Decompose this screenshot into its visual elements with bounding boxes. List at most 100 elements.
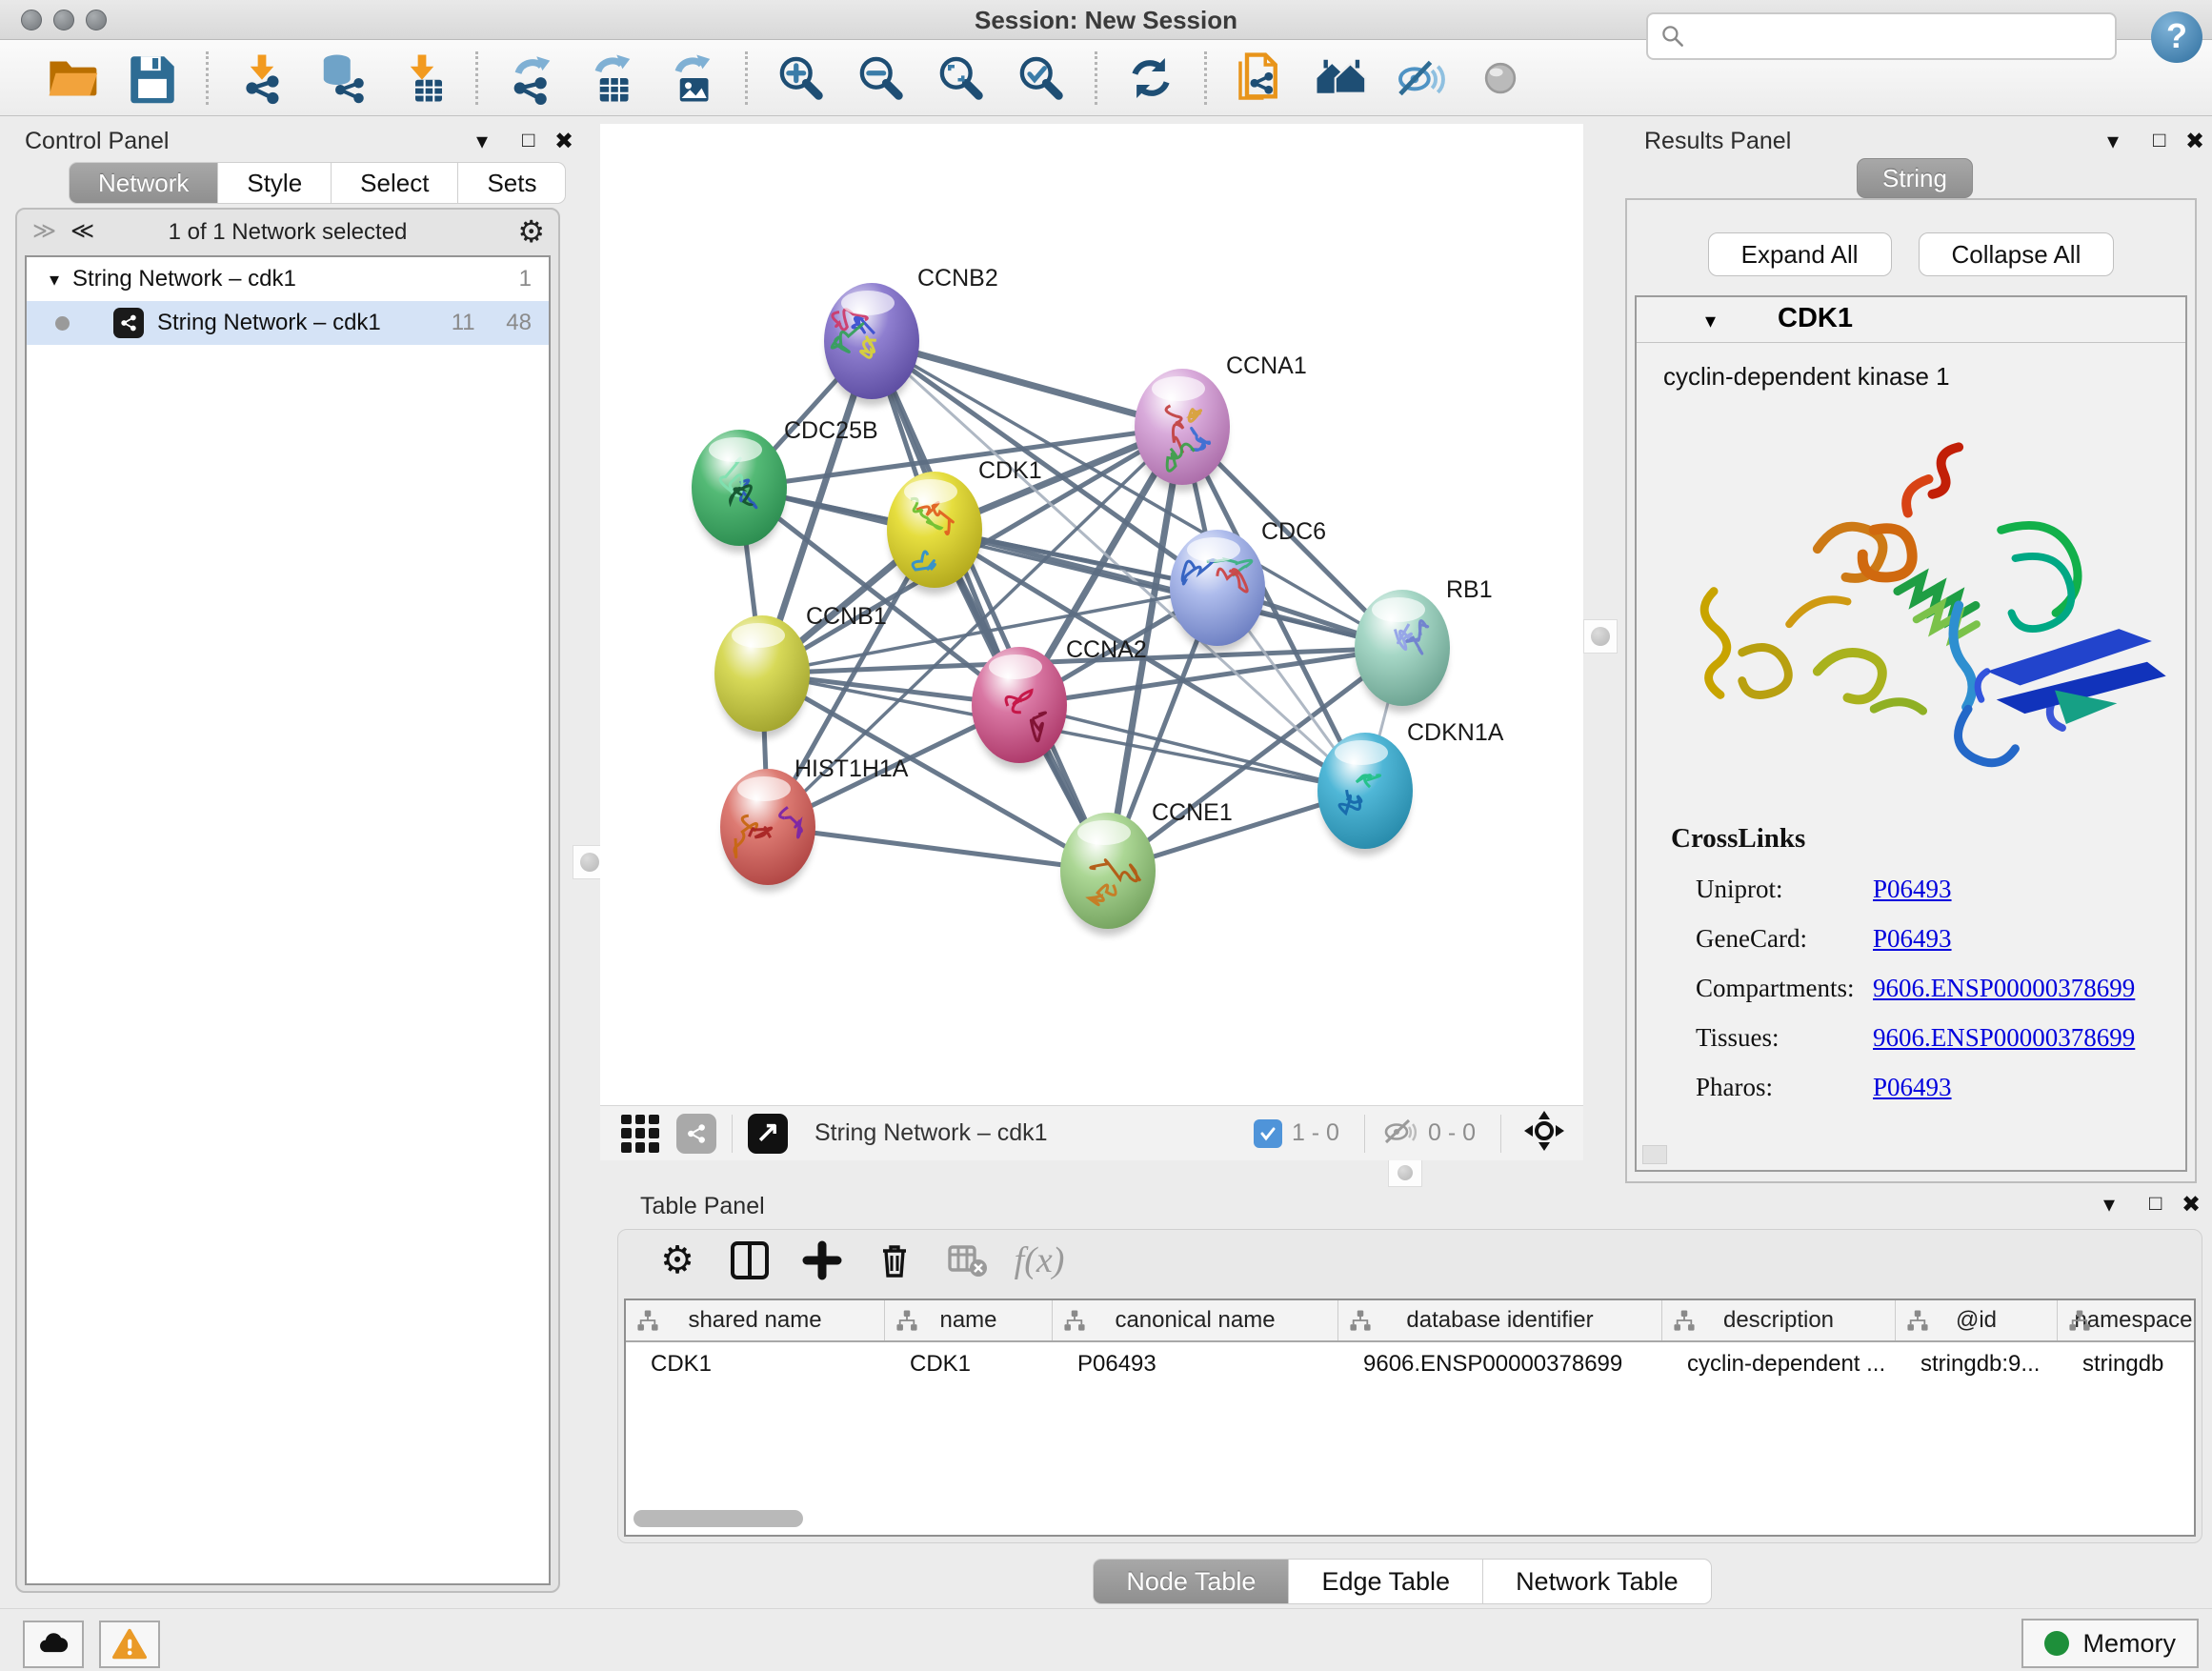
search-input[interactable] [1694, 23, 2115, 50]
table-cell[interactable]: CDK1 [885, 1342, 1053, 1388]
network-node-CDK1[interactable]: CDK1 [887, 457, 1042, 594]
birdseye-icon[interactable] [1522, 1109, 1566, 1158]
panel-close-icon[interactable]: ✖ [554, 128, 573, 155]
memory-button[interactable]: Memory [2021, 1619, 2199, 1668]
network-edge[interactable] [768, 827, 1108, 871]
import-network-icon[interactable] [234, 50, 290, 106]
network-node-HIST1H1A[interactable]: HIST1H1A [720, 755, 909, 892]
collection-count: 1 [519, 266, 532, 292]
search-box[interactable] [1646, 12, 2117, 60]
hidden-eye-icon[interactable] [1380, 1112, 1418, 1155]
network-view-share-icon[interactable] [676, 1114, 716, 1154]
export-table-icon[interactable] [584, 50, 639, 106]
network-node-CDC6[interactable]: CDC6 [1170, 518, 1326, 653]
column-header-namespace[interactable]: namespace [2058, 1300, 2196, 1340]
network-node-CCNA1[interactable]: CCNA1 [1135, 352, 1307, 492]
column-header-description[interactable]: description [1662, 1300, 1896, 1340]
table-cell[interactable]: stringdb [2058, 1342, 2196, 1388]
panel-close-icon[interactable]: ✖ [2185, 128, 2204, 155]
refresh-icon[interactable] [1123, 50, 1178, 106]
tab-network-table[interactable]: Network Table [1483, 1559, 1712, 1604]
selected-checkbox[interactable] [1254, 1119, 1282, 1148]
network-canvas[interactable]: CCNB2 CCNA1 CDC25B CDK1 CDC6 RB1 CCNB1 [600, 124, 1583, 1105]
tab-network[interactable]: Network [69, 162, 218, 204]
export-network-icon[interactable] [504, 50, 559, 106]
column-header-shared-name[interactable]: shared name [626, 1300, 885, 1340]
zoom-in-icon[interactable] [774, 50, 829, 106]
panel-float-icon[interactable]: □ [522, 128, 534, 152]
collapse-all-button[interactable]: Collapse All [1919, 232, 2115, 276]
import-network-database-icon[interactable] [314, 50, 370, 106]
network-node-CCNB2[interactable]: CCNB2 [824, 265, 998, 406]
network-node-CCNE1[interactable]: CCNE1 [1060, 799, 1233, 936]
bottom-splitter-handle[interactable] [1388, 1158, 1422, 1187]
save-session-icon[interactable] [125, 50, 180, 106]
crosslink-value: P06493 [1873, 924, 1952, 954]
eye-slash-icon[interactable] [1393, 50, 1448, 106]
table-cell[interactable]: P06493 [1053, 1342, 1338, 1388]
section-disclosure-icon[interactable]: ▾ [1705, 309, 1716, 333]
eye-icon[interactable] [1473, 50, 1528, 106]
tab-node-table[interactable]: Node Table [1093, 1559, 1289, 1604]
grid-view-icon[interactable] [621, 1115, 659, 1153]
right-splitter-handle[interactable] [1583, 619, 1618, 654]
detach-view-icon[interactable]: ↗ [748, 1114, 788, 1154]
panel-collapse-icon[interactable]: ▾ [2107, 128, 2119, 155]
tab-string[interactable]: String [1857, 158, 1973, 198]
show-columns-icon[interactable] [725, 1236, 774, 1285]
network-view-title: String Network – cdk1 [814, 1119, 1254, 1147]
crosslink-link[interactable]: P06493 [1873, 924, 1952, 953]
tab-sets[interactable]: Sets [458, 162, 566, 204]
zoom-selected-icon[interactable] [1014, 50, 1069, 106]
table-cell[interactable]: cyclin-dependent ... [1662, 1342, 1896, 1388]
collection-disclosure-icon[interactable]: ▾ [50, 268, 59, 292]
panel-close-icon[interactable]: ✖ [2182, 1191, 2201, 1218]
expand-all-button[interactable]: Expand All [1708, 232, 1892, 276]
crosslink-link[interactable]: P06493 [1873, 875, 1952, 903]
open-session-icon[interactable] [45, 50, 100, 106]
panel-collapse-icon[interactable]: ▾ [476, 128, 488, 155]
network-node-CCNA2[interactable]: CCNA2 [972, 636, 1147, 770]
table-cell[interactable]: CDK1 [626, 1342, 885, 1388]
zoom-out-icon[interactable] [854, 50, 909, 106]
zoom-fit-icon[interactable] [934, 50, 989, 106]
homes-icon[interactable] [1313, 50, 1368, 106]
crosslink-link[interactable]: 9606.ENSP00000378699 [1873, 1023, 2135, 1052]
network-collection-row[interactable]: ▾ String Network – cdk1 1 [27, 257, 549, 301]
tab-select[interactable]: Select [332, 162, 458, 204]
crosslink-value: 9606.ENSP00000378699 [1873, 1023, 2135, 1053]
network-edge[interactable] [872, 341, 1108, 871]
column-header-canonical-name[interactable]: canonical name [1053, 1300, 1338, 1340]
delete-column-icon[interactable] [870, 1236, 919, 1285]
node-label-CCNB2: CCNB2 [917, 265, 998, 292]
import-table-icon[interactable] [394, 50, 450, 106]
table-cell[interactable]: stringdb:9... [1896, 1342, 2058, 1388]
network-row[interactable]: String Network – cdk1 11 48 [27, 301, 549, 345]
crosslink-link[interactable]: 9606.ENSP00000378699 [1873, 974, 2135, 1002]
add-column-icon[interactable] [797, 1236, 847, 1285]
table-options-gear-icon[interactable]: ⚙ [653, 1236, 702, 1285]
tab-style[interactable]: Style [218, 162, 332, 204]
crosslink-link[interactable]: P06493 [1873, 1073, 1952, 1101]
column-header-database-identifier[interactable]: database identifier [1338, 1300, 1662, 1340]
export-image-icon[interactable] [664, 50, 719, 106]
network-node-CDC25B[interactable]: CDC25B [692, 417, 878, 553]
network-list: ▾ String Network – cdk1 1 String Network… [25, 255, 551, 1585]
tab-edge-table[interactable]: Edge Table [1289, 1559, 1483, 1604]
network-options-gear-icon[interactable]: ⚙ [517, 213, 545, 250]
table-cell[interactable]: 9606.ENSP00000378699 [1338, 1342, 1662, 1388]
column-header--id[interactable]: @id [1896, 1300, 2058, 1340]
selected-counts: 1 - 0 [1292, 1119, 1339, 1147]
file-share-icon[interactable] [1233, 50, 1288, 106]
table-hscrollbar-thumb[interactable] [633, 1510, 803, 1527]
network-node-RB1[interactable]: RB1 [1355, 576, 1493, 713]
table-row[interactable]: CDK1CDK1P064939606.ENSP00000378699cyclin… [626, 1342, 2194, 1388]
help-button[interactable]: ? [2151, 11, 2202, 63]
column-header-name[interactable]: name [885, 1300, 1053, 1340]
panel-float-icon[interactable]: □ [2153, 128, 2165, 152]
network-node-CDKN1A[interactable]: CDKN1A [1317, 719, 1504, 856]
warning-button[interactable] [99, 1621, 160, 1668]
panel-float-icon[interactable]: □ [2149, 1191, 2162, 1216]
cloud-button[interactable] [23, 1621, 84, 1668]
panel-collapse-icon[interactable]: ▾ [2103, 1191, 2115, 1218]
